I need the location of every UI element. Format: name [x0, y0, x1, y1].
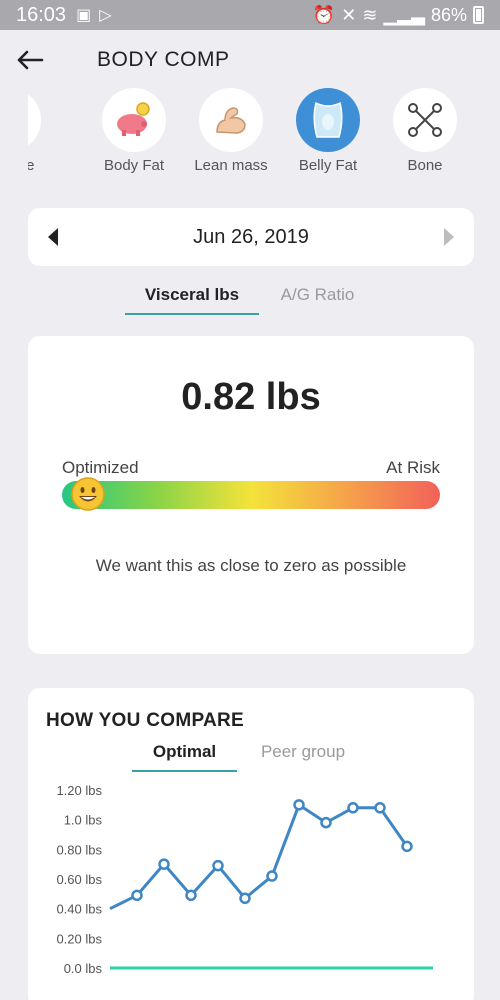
data-point[interactable] — [293, 799, 305, 811]
data-point[interactable] — [158, 858, 170, 870]
y-tick-label: 0.40 lbs — [56, 902, 102, 917]
category-lean-mass[interactable]: Lean mass — [181, 88, 281, 174]
y-tick-label: 0.60 lbs — [56, 872, 102, 887]
arrow-left-icon — [17, 50, 44, 70]
image-icon: ▣ — [76, 7, 92, 24]
data-point[interactable] — [401, 840, 413, 853]
clock: 16:03 — [16, 3, 67, 26]
metric-card: 0.82 lbs Optimized At Risk We want this … — [28, 336, 474, 654]
category-label: Bone — [407, 157, 443, 174]
compare-card: HOW YOU COMPARE Optimal Peer group 1.20 … — [28, 688, 474, 1000]
status-bar: 16:03 ▣ ▷ ⏰ ✕ ≋ ▁▂▃ 86% — [0, 0, 500, 30]
data-point[interactable] — [266, 870, 278, 882]
category-score[interactable]: y Score — [28, 88, 59, 174]
visceral-series-line — [109, 803, 409, 911]
tab-visceral-lbs[interactable]: Visceral lbs — [125, 285, 259, 315]
previous-date-button[interactable] — [28, 208, 78, 266]
metric-value: 0.82 lbs — [181, 376, 321, 418]
category-carousel[interactable]: y Score Body Fat Lean mass — [28, 88, 500, 183]
belly-icon — [313, 101, 343, 138]
smiley-indicator-icon — [71, 477, 106, 511]
scale-right-label: At Risk — [386, 458, 440, 477]
metric-tabs: Visceral lbs A/G Ratio — [0, 285, 500, 321]
category-label: Body Fat — [103, 157, 165, 174]
piggy-bank-icon — [117, 102, 150, 136]
category-belly-fat[interactable]: Belly Fat — [278, 88, 378, 174]
category-label: Belly Fat — [298, 157, 358, 174]
y-tick-label: 0.20 lbs — [56, 931, 102, 946]
wifi-icon: ≋ — [362, 4, 378, 25]
bone-icon — [408, 103, 442, 137]
mute-icon: ✕ — [341, 4, 357, 25]
battery-icon — [473, 6, 484, 24]
signal-icon: ▁▂▃ — [383, 4, 425, 25]
data-point[interactable] — [320, 816, 332, 829]
data-point[interactable] — [131, 889, 143, 902]
app-bar: BODY COMP — [0, 30, 500, 90]
data-point[interactable] — [212, 859, 224, 872]
play-store-icon: ▷ — [99, 7, 112, 24]
compare-line-chart: 1.20 lbs 1.0 lbs 0.80 lbs 0.60 lbs 0.40 lbs 0… — [56, 783, 433, 976]
category-label: Lean mass — [194, 157, 268, 174]
triangle-left-icon — [48, 228, 58, 246]
data-point[interactable] — [239, 892, 251, 905]
metric-hint: We want this as close to zero as possibl… — [95, 556, 407, 575]
clipboard-icon — [28, 100, 29, 140]
category-bone[interactable]: Bone — [375, 88, 475, 174]
triangle-right-icon — [444, 228, 454, 246]
data-point[interactable] — [185, 889, 197, 902]
scale-left-label: Optimized — [62, 458, 139, 477]
data-point[interactable] — [347, 802, 359, 814]
data-point[interactable] — [374, 802, 386, 814]
battery-level: 86% — [430, 4, 467, 25]
tab-ag-ratio[interactable]: A/G Ratio — [270, 285, 365, 313]
flexed-arm-icon — [216, 107, 246, 134]
y-tick-label: 0.80 lbs — [56, 842, 102, 857]
category-label: y Score — [28, 157, 35, 174]
y-tick-label: 0.0 lbs — [64, 961, 103, 976]
next-date-button[interactable] — [424, 208, 474, 266]
risk-scale-bar — [62, 481, 440, 509]
alarm-icon: ⏰ — [312, 4, 336, 25]
y-tick-label: 1.0 lbs — [64, 813, 103, 828]
category-body-fat[interactable]: Body Fat — [84, 88, 184, 174]
back-button[interactable] — [0, 30, 60, 90]
page-title: BODY COMP — [97, 48, 230, 71]
y-tick-label: 1.20 lbs — [56, 783, 102, 798]
date-selector: Jun 26, 2019 — [28, 208, 474, 266]
current-date: Jun 26, 2019 — [193, 225, 309, 248]
